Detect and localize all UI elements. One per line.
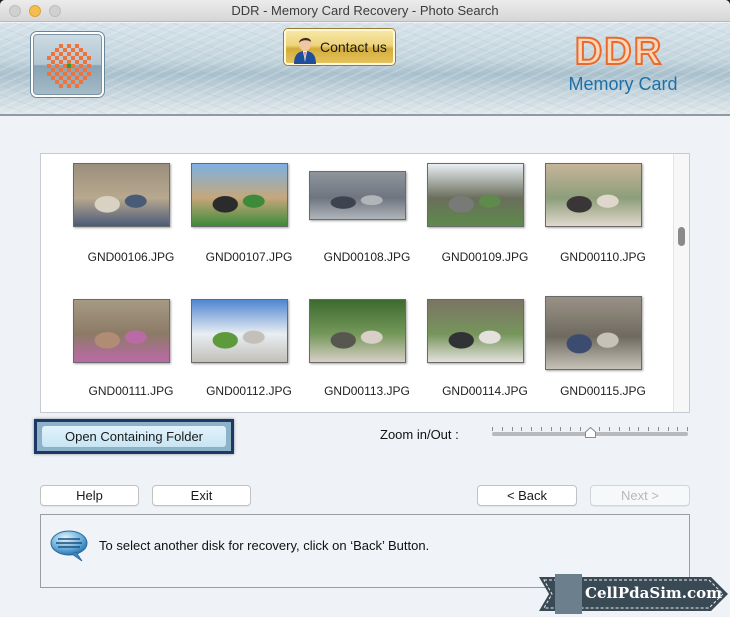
photo-thumbnail-image[interactable]	[309, 171, 406, 220]
open-folder-focus-ring: Open Containing Folder	[34, 419, 234, 454]
photo-thumbnail-image[interactable]	[545, 296, 642, 370]
app-window: DDR - Memory Card Recovery - Photo Searc…	[0, 0, 730, 617]
photo-thumbnail-item[interactable]: GND00113.JPG	[308, 296, 426, 412]
photo-thumbnail-item[interactable]: GND00108.JPG	[308, 160, 426, 280]
vertical-scrollbar[interactable]	[673, 154, 689, 412]
ddr-checker-logo-icon	[47, 44, 91, 88]
photo-thumbnail-image[interactable]	[191, 163, 288, 227]
person-icon	[294, 37, 316, 64]
zoom-window-button[interactable]	[49, 5, 61, 17]
next-button[interactable]: Next >	[590, 485, 690, 506]
app-logo	[31, 32, 104, 97]
scrollbar-thumb[interactable]	[678, 227, 685, 246]
contact-us-label: Contact us	[320, 39, 387, 55]
zoom-slider[interactable]	[490, 424, 690, 444]
brand-subtitle: Memory Card	[568, 74, 678, 94]
photo-filename: GND00113.JPG	[324, 384, 410, 398]
photo-filename: GND00106.JPG	[87, 250, 175, 264]
brand-title: DDR	[574, 30, 664, 74]
photo-thumbnail-item[interactable]: GND00112.JPG	[190, 296, 308, 412]
photo-filename: GND00108.JPG	[323, 250, 411, 264]
back-button[interactable]: < Back	[477, 485, 577, 506]
status-message-text: To select another disk for recovery, cli…	[99, 538, 430, 553]
slider-tick	[531, 427, 532, 431]
app-header: Contact us DDR Memory Card	[0, 23, 730, 116]
slider-tick	[657, 427, 659, 431]
photo-thumbnail-image[interactable]	[427, 299, 524, 363]
photo-filename: GND00107.JPG	[205, 250, 293, 264]
slider-tick	[521, 427, 523, 431]
minimize-window-button[interactable]	[29, 5, 41, 17]
speech-bubble-icon	[50, 530, 88, 562]
watermark-banner: CellPdaSim.com	[539, 574, 729, 614]
photo-filename: GND00110.JPG	[560, 250, 646, 264]
photo-thumbnail-image[interactable]	[427, 163, 524, 227]
slider-tick	[618, 427, 620, 431]
slider-tick	[511, 427, 513, 431]
slider-tick	[609, 427, 610, 431]
photo-thumbnail-image[interactable]	[73, 299, 170, 363]
photo-thumbnail-item[interactable]: GND00111.JPG	[72, 296, 190, 412]
zoom-label: Zoom in/Out :	[380, 427, 459, 442]
photo-filename: GND00114.JPG	[442, 384, 528, 398]
slider-tick	[648, 427, 649, 431]
slider-tick	[687, 427, 688, 431]
photo-thumbnail-image[interactable]	[73, 163, 170, 227]
slider-tick	[550, 427, 552, 431]
slider-tick	[599, 427, 601, 431]
photo-filename: GND00111.JPG	[88, 384, 174, 398]
slider-tick	[579, 427, 581, 431]
help-button[interactable]: Help	[40, 485, 139, 506]
photo-grid: GND00106.JPG GND00107.JPG GND00108.JPG GND0…	[40, 153, 690, 413]
photo-thumbnail-item[interactable]: GND00109.JPG	[426, 160, 544, 280]
slider-tick	[667, 427, 669, 431]
photo-thumbnail-item[interactable]: GND00106.JPG	[72, 160, 190, 280]
window-title: DDR - Memory Card Recovery - Photo Searc…	[231, 3, 499, 18]
contact-us-button[interactable]: Contact us	[284, 29, 395, 65]
slider-thumb[interactable]	[585, 427, 596, 438]
title-bar: DDR - Memory Card Recovery - Photo Searc…	[0, 0, 730, 22]
photo-thumbnail-item[interactable]: GND00115.JPG	[544, 296, 662, 412]
exit-button[interactable]: Exit	[152, 485, 251, 506]
photo-thumbnail-image[interactable]	[309, 299, 406, 363]
slider-tick	[540, 427, 542, 431]
photo-filename: GND00109.JPG	[441, 250, 529, 264]
slider-tick	[628, 427, 630, 431]
photo-thumbnail-image[interactable]	[191, 299, 288, 363]
watermark-text: CellPdaSim.com	[585, 584, 722, 602]
slider-tick	[570, 427, 571, 431]
close-window-button[interactable]	[9, 5, 21, 17]
photo-thumbnail-item[interactable]: GND00114.JPG	[426, 296, 544, 412]
slider-tick	[560, 427, 562, 431]
brand-logo: DDR Memory Card	[540, 30, 700, 95]
photo-thumbnail-item[interactable]: GND00107.JPG	[190, 160, 308, 280]
photo-filename: GND00115.JPG	[560, 384, 646, 398]
slider-tick	[492, 427, 493, 431]
slider-tick	[501, 427, 503, 431]
open-containing-folder-button[interactable]: Open Containing Folder	[41, 425, 227, 448]
photo-filename: GND00112.JPG	[206, 384, 292, 398]
photo-thumbnail-item[interactable]: GND00110.JPG	[544, 160, 662, 280]
slider-tick	[677, 427, 679, 431]
photo-thumbnail-image[interactable]	[545, 163, 642, 227]
slider-tick	[638, 427, 640, 431]
